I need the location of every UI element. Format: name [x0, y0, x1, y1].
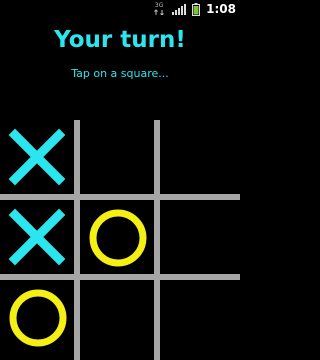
x-mark-icon — [8, 208, 66, 266]
board-cell-r1-c2[interactable] — [80, 120, 154, 194]
board-cell-r2-c3[interactable] — [160, 200, 234, 274]
board-cell-r2-c1[interactable] — [0, 200, 74, 274]
board-cell-r3-c1[interactable] — [0, 280, 74, 354]
turn-instruction: Tap on a square... — [71, 67, 169, 80]
network-indicator: 3G — [152, 3, 166, 15]
game-board — [0, 120, 240, 360]
board-cell-r1-c3[interactable] — [160, 120, 234, 194]
data-arrows-icon — [154, 9, 164, 15]
status-time: 1:08 — [206, 2, 236, 16]
board-cell-r3-c3[interactable] — [160, 280, 234, 354]
turn-title: Your turn! — [54, 27, 186, 53]
board-cell-r3-c2[interactable] — [80, 280, 154, 354]
board-cell-r2-c2[interactable] — [80, 200, 154, 274]
o-mark-icon — [9, 289, 67, 347]
signal-strength-icon — [172, 4, 187, 15]
x-mark-icon — [8, 128, 66, 186]
board-cell-r1-c1[interactable] — [0, 120, 74, 194]
status-bar: 3G 1:08 — [0, 0, 240, 18]
battery-icon — [192, 2, 201, 16]
o-mark-icon — [89, 209, 147, 267]
